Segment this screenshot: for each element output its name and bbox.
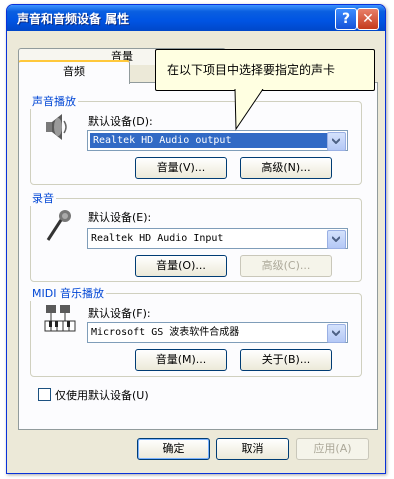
default-only-label: 仅使用默认设备(U) [55,389,149,402]
apply-button: 应用(A) [296,438,369,460]
playback-advanced-button[interactable]: 高级(N)... [240,157,332,179]
playback-dropdown-arrow[interactable] [327,132,346,151]
tooltip-text: 在以下项目中选择要指定的声卡 [167,63,336,77]
playback-device-value: Realtek HD Audio output [90,133,331,148]
chevron-down-icon [332,330,340,336]
recording-dropdown-arrow[interactable] [327,230,346,249]
playback-device-select[interactable]: Realtek HD Audio output [87,130,348,151]
playback-volume-button[interactable]: 音量(V)... [135,157,227,179]
chevron-down-icon [332,138,340,144]
close-button[interactable]: ✕ [357,8,379,30]
title-bar[interactable]: 声音和音频设备 属性 ? ✕ [7,5,385,31]
recording-device-value: Realtek HD Audio Input [91,233,224,244]
chevron-down-icon [332,236,340,242]
midi-dropdown-arrow[interactable] [327,324,346,343]
tab-audio[interactable]: 音频 [18,60,130,84]
recording-volume-button[interactable]: 音量(O)... [135,255,227,277]
midi-device-value: Microsoft GS 波表软件合成器 [91,327,240,338]
midi-group-title: MIDI 音乐播放 [30,285,106,301]
help-button[interactable]: ? [335,8,357,30]
recording-group-title: 录音 [30,190,56,206]
midi-about-button[interactable]: 关于(B)... [240,349,332,371]
tooltip-pointer [234,89,264,131]
recording-device-label: 默认设备(E): [88,211,152,224]
cancel-button[interactable]: 取消 [216,438,289,460]
midi-volume-button[interactable]: 音量(M)... [135,349,227,371]
default-only-checkbox[interactable] [38,388,51,401]
midi-device-select[interactable]: Microsoft GS 波表软件合成器 [87,322,348,343]
tooltip-balloon: 在以下项目中选择要指定的声卡 [155,49,375,91]
recording-device-select[interactable]: Realtek HD Audio Input [87,228,348,249]
microphone-icon [46,210,71,241]
recording-advanced-button: 高级(C)... [240,255,332,277]
midi-keyboard-icon [44,305,76,332]
ok-button[interactable]: 确定 [137,438,210,460]
window-title: 声音和音频设备 属性 [17,12,130,26]
midi-device-label: 默认设备(F): [88,307,151,320]
playback-device-label: 默认设备(D): [88,115,153,128]
speaker-icon [46,114,67,140]
playback-group-title: 声音播放 [30,93,78,109]
